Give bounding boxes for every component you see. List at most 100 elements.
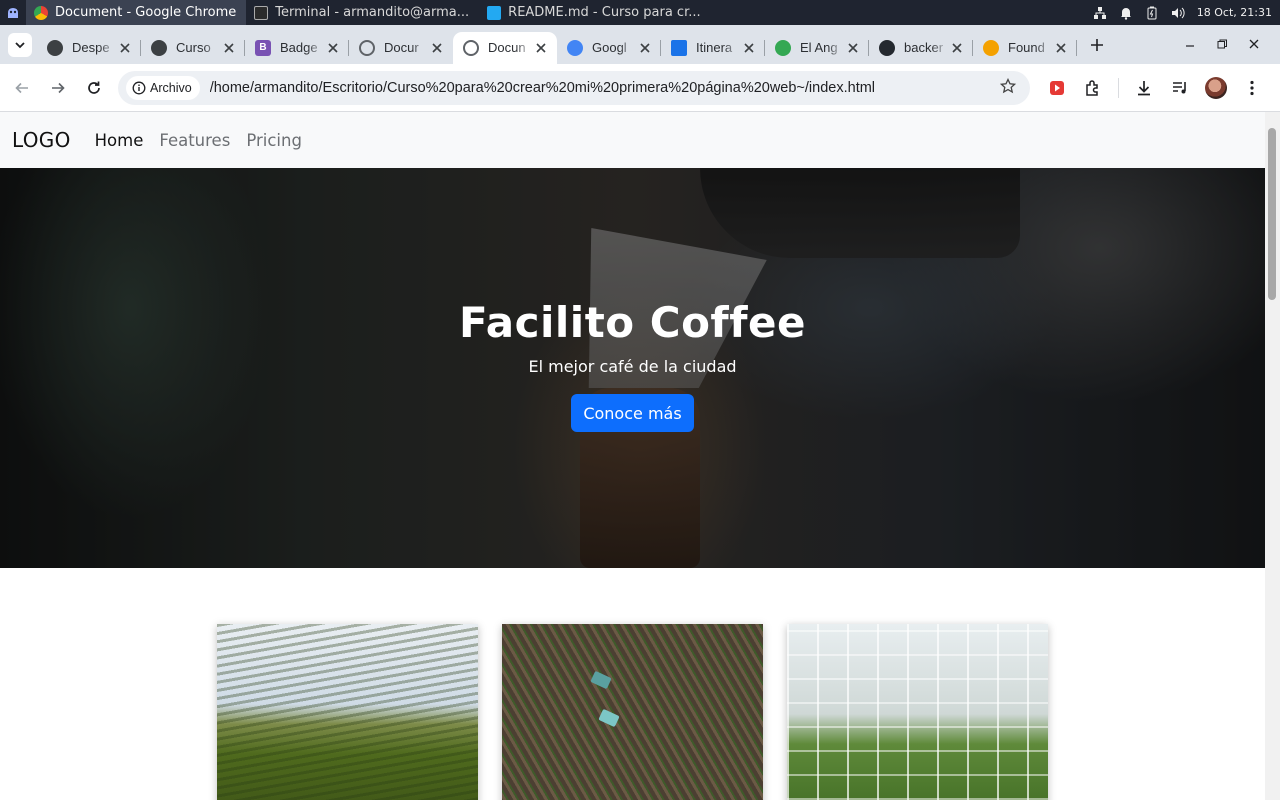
menu-kebab-icon[interactable] [1241,77,1263,99]
browser-tab[interactable]: Googl [557,32,661,64]
browser-tab[interactable]: backer [869,32,973,64]
hero-title: Facilito Coffee [459,298,806,347]
site-icon [151,39,167,56]
toolbar-divider [1118,77,1119,98]
crop-field-image [217,624,478,800]
github-icon [879,39,895,56]
app-launcher-icon[interactable] [0,0,26,25]
gemini-icon [567,39,583,56]
site-info-label: Archivo [150,80,192,95]
tab-search-button[interactable] [8,32,32,57]
nav-link-home[interactable]: Home [95,131,144,150]
learn-more-button[interactable]: Conoce más [571,394,694,432]
address-bar[interactable]: Archivo /home/armandito/Escritorio/Curso… [118,70,1030,105]
site-navbar: LOGO Home Features Pricing [0,112,1265,168]
close-tab-icon[interactable] [325,40,341,56]
nav-link-pricing[interactable]: Pricing [246,131,302,150]
clock[interactable]: 18 Oct, 21:31 [1197,6,1272,19]
site-icon [983,39,999,56]
plus-icon [1091,38,1103,51]
info-icon [132,81,146,94]
hero-subtitle: El mejor café de la ciudad [528,357,737,376]
aerial-tractor-image [502,624,763,800]
close-tab-icon[interactable] [117,40,133,56]
maps-icon [775,39,791,56]
globe-icon [463,39,479,56]
tab-label: Found [1008,40,1045,55]
greenhouse-image [787,624,1048,800]
profile-avatar[interactable] [1205,76,1227,99]
browser-tab[interactable]: El Ang [765,32,869,64]
tab-label: Docun [488,40,526,55]
url-text[interactable]: /home/armandito/Escritorio/Curso%20para%… [210,80,1000,96]
os-top-panel: Document - Google Chrome Terminal - arma… [0,0,1280,25]
page-viewport: LOGO Home Features Pricing Facilito Coff… [0,112,1280,800]
chevron-down-icon [15,41,25,48]
network-icon[interactable] [1093,6,1107,20]
card-crop-field[interactable] [217,624,478,800]
browser-tab[interactable]: Despe [37,32,141,64]
close-tab-icon[interactable] [429,40,445,56]
taskbar-item-label: README.md - Curso para cr... [508,5,701,20]
card-greenhouse[interactable] [787,624,1048,800]
hero-content: Facilito Coffee El mejor café de la ciud… [0,168,1265,568]
browser-tab[interactable]: Docur [349,32,453,64]
close-tab-icon[interactable] [949,40,965,56]
close-tab-icon[interactable] [741,40,757,56]
browser-tab-active[interactable]: Docun [453,31,557,64]
card-row [217,624,1048,800]
close-tab-icon[interactable] [533,40,549,56]
battery-icon[interactable] [1145,6,1159,20]
notification-bell-icon[interactable] [1119,6,1133,20]
tab-strip: Despe Curso B Badge Docur Docun Googl Itinera El… [0,25,1280,64]
reload-icon [88,81,100,94]
system-tray: 18 Oct, 21:31 [1093,6,1280,20]
taskbar-item-vscode[interactable]: README.md - Curso para cr... [479,0,710,25]
browser-tab[interactable]: B Badge [245,32,349,64]
taskbar-item-label: Terminal - armandito@arma... [275,5,470,20]
close-tab-icon[interactable] [845,40,861,56]
close-window-icon[interactable] [1248,35,1260,54]
extension-record-icon[interactable] [1046,77,1068,99]
site-icon [47,39,63,56]
tab-label: Googl [592,40,627,55]
close-tab-icon[interactable] [221,40,237,56]
terminal-icon [254,5,269,20]
restore-icon[interactable] [1216,35,1228,54]
card-aerial-tractor[interactable] [502,624,763,800]
tab-label: Badge [280,40,318,55]
media-control-icon[interactable] [1169,77,1191,99]
close-tab-icon[interactable] [637,40,653,56]
extensions-puzzle-icon[interactable] [1082,77,1104,99]
download-icon[interactable] [1133,77,1155,99]
taskbar-item-label: Document - Google Chrome [55,5,237,20]
tab-label: Despe [72,40,110,55]
site-info-chip[interactable]: Archivo [126,75,200,100]
tab-label: Curso [176,40,211,55]
hero-section: Facilito Coffee El mejor café de la ciud… [0,168,1265,568]
reload-button[interactable] [76,70,112,106]
browser-tab[interactable]: Itinera [661,32,765,64]
bootstrap-icon: B [255,39,271,56]
browser-tab[interactable]: Found [973,32,1077,64]
chrome-icon [34,5,48,20]
page-scrollbar[interactable] [1265,112,1280,800]
bookmark-star-icon[interactable] [999,77,1017,98]
nav-link-features[interactable]: Features [159,131,230,150]
taskbar-item-terminal[interactable]: Terminal - armandito@arma... [246,0,479,25]
taskbar-item-chrome[interactable]: Document - Google Chrome [26,0,247,25]
site-logo[interactable]: LOGO [12,128,71,152]
new-tab-button[interactable] [1083,31,1111,59]
tab-label: Docur [384,40,419,55]
close-tab-icon[interactable] [1053,40,1069,56]
vscode-icon [487,5,502,20]
forward-button[interactable] [40,70,76,106]
arrow-left-icon [15,82,28,93]
minimize-icon[interactable] [1184,35,1196,54]
volume-icon[interactable] [1171,6,1185,20]
back-button[interactable] [4,70,40,106]
tab-label: backer [904,40,944,55]
globe-icon [359,39,375,56]
browser-tab[interactable]: Curso [141,32,245,64]
scrollbar-thumb[interactable] [1268,128,1276,300]
